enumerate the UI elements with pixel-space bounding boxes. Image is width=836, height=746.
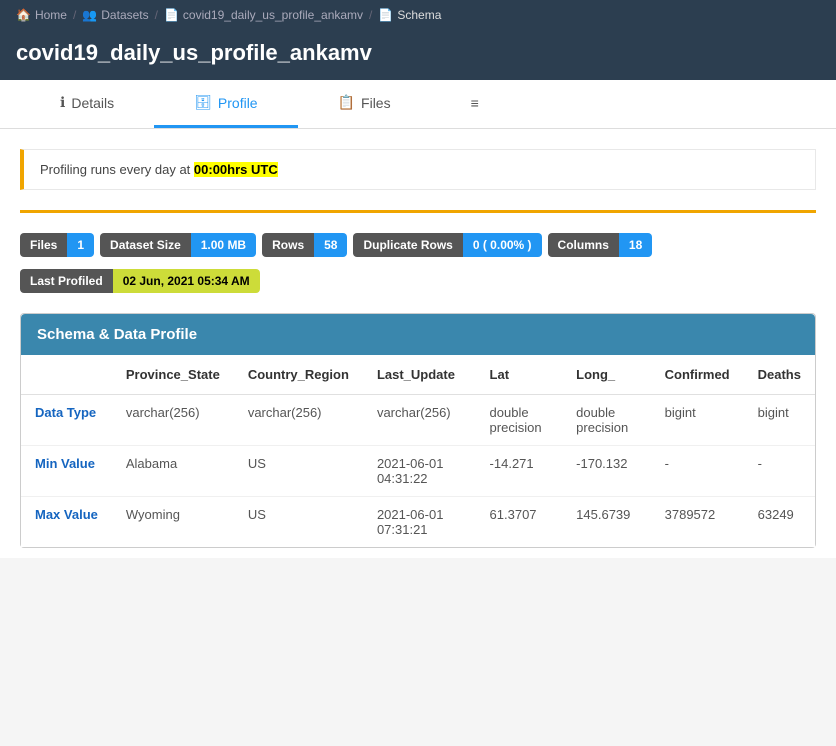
row-label-minvalue: Min Value [21,446,112,497]
schema-section: Schema & Data Profile Province_State Cou… [20,313,816,548]
min-deaths: - [744,446,815,497]
home-icon: 🏠 [16,8,31,22]
col-header-deaths: Deaths [744,355,815,395]
breadcrumb-schema: Schema [397,8,441,22]
layers-icon: ≡ [471,95,479,111]
datatype-lat: double precision [476,395,563,446]
tab-profile[interactable]: 🗄 Profile [154,80,297,128]
row-label-datatype: Data Type [21,395,112,446]
schema-table-wrap: Province_State Country_Region Last_Updat… [21,355,815,547]
breadcrumb: 🏠 Home / 👥 Datasets / 📄 covid19_daily_us… [0,0,836,30]
max-deaths: 63249 [744,497,815,548]
col-header-empty [21,355,112,395]
orange-divider [20,210,816,213]
schema-icon: 📄 [378,8,393,22]
tab-details-label: Details [71,95,114,111]
tab-profile-label: Profile [218,95,258,111]
datatype-long: double precision [562,395,650,446]
col-header-long: Long_ [562,355,650,395]
max-lat: 61.3707 [476,497,563,548]
datatype-last-update: varchar(256) [363,395,476,446]
row-label-maxvalue: Max Value [21,497,112,548]
max-confirmed: 3789572 [651,497,744,548]
badge-duplicate-rows: Duplicate Rows 0 ( 0.00% ) [353,233,541,257]
min-last-update: 2021-06-01 04:31:22 [363,446,476,497]
max-long: 145.6739 [562,497,650,548]
col-header-lat: Lat [476,355,563,395]
datatype-province-state: varchar(256) [112,395,234,446]
col-header-country-region: Country_Region [234,355,363,395]
min-lat: -14.271 [476,446,563,497]
table-row: Min Value Alabama US 2021-06-01 04:31:22… [21,446,815,497]
max-province-state: Wyoming [112,497,234,548]
last-profiled-value: 02 Jun, 2021 05:34 AM [113,269,260,293]
badge-files: Files 1 [20,233,94,257]
max-country-region: US [234,497,363,548]
details-icon: ℹ [60,94,65,111]
breadcrumb-dataset[interactable]: covid19_daily_us_profile_ankamv [183,8,363,22]
badge-dataset-size: Dataset Size 1.00 MB [100,233,256,257]
col-header-last-update: Last_Update [363,355,476,395]
datatype-confirmed: bigint [651,395,744,446]
tabs-bar: ℹ Details 🗄 Profile 📋 Files ≡ [0,80,836,129]
min-country-region: US [234,446,363,497]
badge-columns: Columns 18 [548,233,653,257]
tab-layers[interactable]: ≡ [431,80,519,128]
info-time-highlight: 00:00hrs UTC [194,162,278,177]
col-header-province-state: Province_State [112,355,234,395]
main-content: Profiling runs every day at 00:00hrs UTC… [0,129,836,558]
col-header-confirmed: Confirmed [651,355,744,395]
min-province-state: Alabama [112,446,234,497]
datasets-icon: 👥 [82,8,97,22]
datatype-country-region: varchar(256) [234,395,363,446]
breadcrumb-home[interactable]: Home [35,8,67,22]
stats-row: Files 1 Dataset Size 1.00 MB Rows 58 Dup… [20,233,816,257]
max-last-update: 2021-06-01 07:31:21 [363,497,476,548]
table-row: Max Value Wyoming US 2021-06-01 07:31:21… [21,497,815,548]
schema-header: Schema & Data Profile [21,314,815,355]
last-profiled-label: Last Profiled [20,269,113,293]
min-long: -170.132 [562,446,650,497]
profile-icon: 🗄 [194,94,212,111]
badge-rows: Rows 58 [262,233,347,257]
tab-details[interactable]: ℹ Details [20,80,154,128]
tab-files-label: Files [361,95,391,111]
dataset-icon: 📄 [164,8,179,22]
table-header-row: Province_State Country_Region Last_Updat… [21,355,815,395]
last-profiled-row: Last Profiled 02 Jun, 2021 05:34 AM [20,269,816,293]
breadcrumb-datasets[interactable]: Datasets [101,8,148,22]
tab-files[interactable]: 📋 Files [298,80,431,128]
min-confirmed: - [651,446,744,497]
info-text-before: Profiling runs every day at [40,162,194,177]
table-row: Data Type varchar(256) varchar(256) varc… [21,395,815,446]
page-title: covid19_daily_us_profile_ankamv [0,30,836,80]
profiling-info-box: Profiling runs every day at 00:00hrs UTC [20,149,816,190]
datatype-deaths: bigint [744,395,815,446]
files-icon: 📋 [338,94,355,111]
schema-table: Province_State Country_Region Last_Updat… [21,355,815,547]
